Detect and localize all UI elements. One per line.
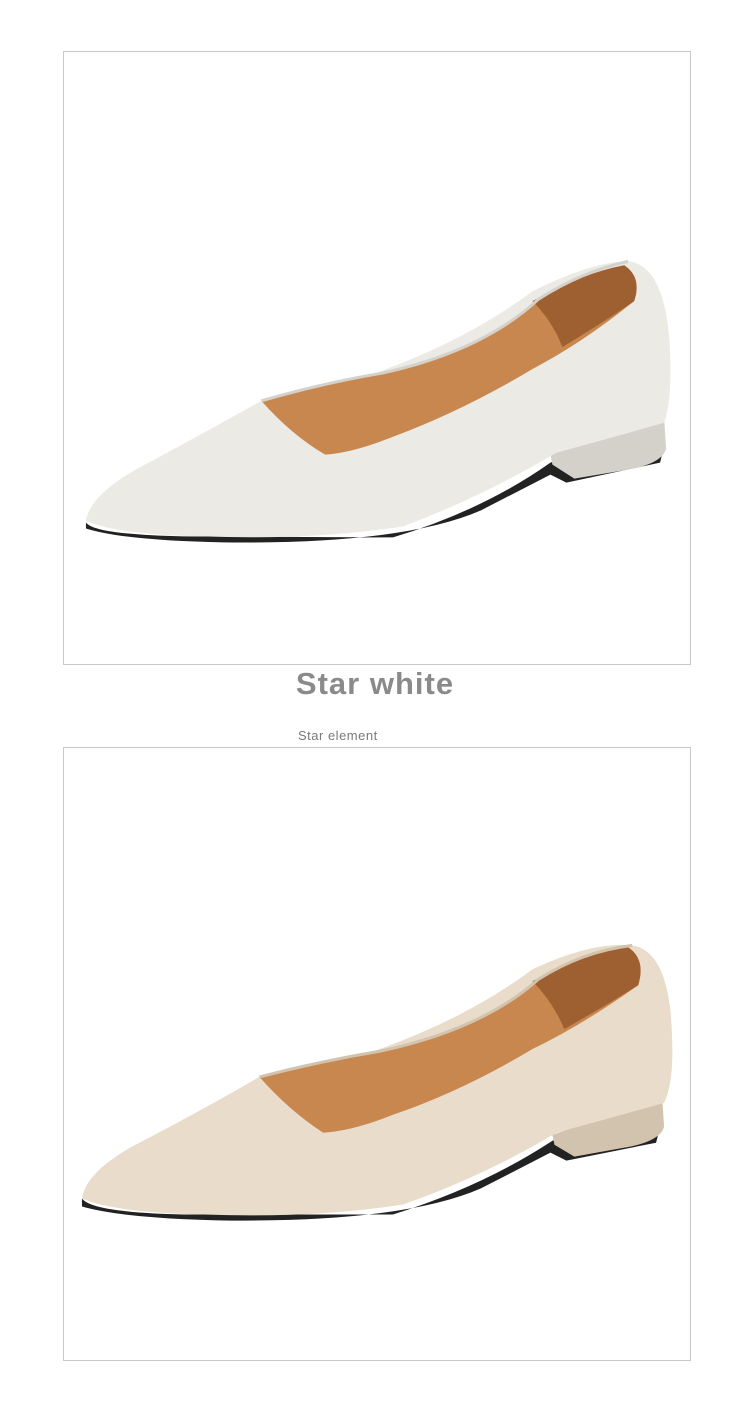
product-color-title: Star white: [295, 666, 455, 701]
product-photo-beige: [63, 747, 691, 1361]
product-photo-white: [63, 51, 691, 665]
beige-pump-shoe-image: [81, 943, 673, 1221]
product-subtitle: Star element: [298, 728, 378, 743]
white-pump-shoe-image: [85, 259, 671, 543]
